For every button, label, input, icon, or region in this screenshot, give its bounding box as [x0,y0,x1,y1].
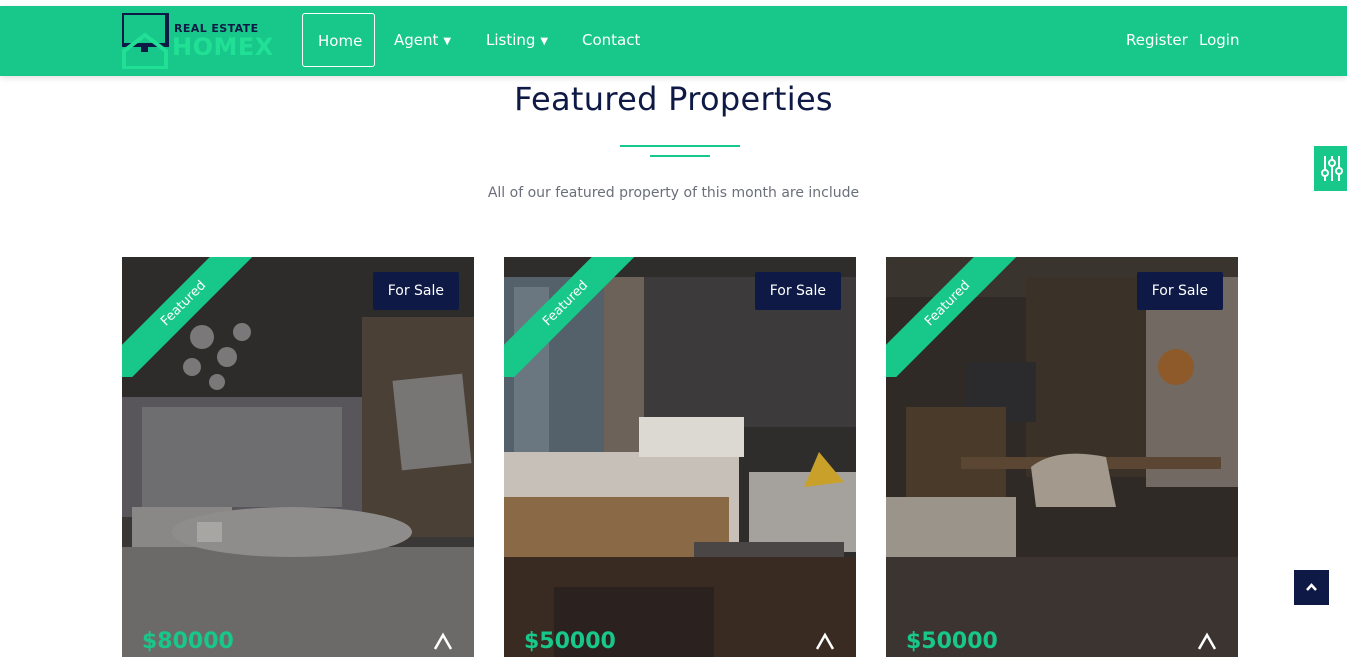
featured-ribbon-label: Featured [504,257,634,377]
nav-agent-label: Agent [394,31,439,49]
settings-toggle-button[interactable] [1314,146,1347,191]
login-link[interactable]: Login [1199,13,1239,67]
nav-listing-label: Listing [486,31,536,49]
top-navbar: REAL ESTATE HOMEX Home Agent ▼ Listing ▼ C… [0,6,1347,76]
chevron-up-icon [1306,583,1317,591]
property-card[interactable]: Featured For Sale $80000 [122,257,474,657]
for-sale-badge[interactable]: For Sale [372,272,459,310]
property-card[interactable]: Featured For Sale $50000 [504,257,856,657]
property-price: $80000 [142,629,234,654]
register-link[interactable]: Register [1126,13,1188,67]
property-card[interactable]: Featured For Sale $50000 [886,257,1238,657]
brand-name: HOMEX [172,33,274,61]
featured-ribbon: Featured [886,257,1016,377]
nav-contact-label: Contact [582,31,641,49]
featured-ribbon-label: Featured [886,257,1016,377]
title-divider [620,145,740,147]
favorite-icon[interactable] [432,631,454,653]
featured-ribbon: Featured [122,257,252,377]
for-sale-badge[interactable]: For Sale [1136,272,1223,310]
property-price: $50000 [524,629,616,654]
featured-ribbon-label: Featured [122,257,252,377]
scroll-to-top-button[interactable] [1294,570,1329,605]
title-divider-short [650,155,710,157]
chevron-down-icon: ▼ [540,36,549,47]
chevron-down-icon: ▼ [443,36,452,47]
property-price: $50000 [906,629,998,654]
favorite-icon[interactable] [1196,631,1218,653]
nav-listing[interactable]: Listing ▼ [486,13,548,67]
sliders-icon [1321,156,1343,181]
favorite-icon[interactable] [814,631,836,653]
nav-agent[interactable]: Agent ▼ [394,13,451,67]
brand-logo[interactable]: REAL ESTATE HOMEX [122,13,274,69]
featured-ribbon: Featured [504,257,634,377]
nav-home[interactable]: Home [302,13,375,67]
for-sale-badge[interactable]: For Sale [754,272,841,310]
nav-home-label: Home [318,32,363,50]
section-subtitle: All of our featured property of this mon… [487,185,860,201]
nav-contact[interactable]: Contact [582,13,640,67]
section-title: Featured Properties [514,80,833,118]
house-logo-icon [122,13,169,69]
